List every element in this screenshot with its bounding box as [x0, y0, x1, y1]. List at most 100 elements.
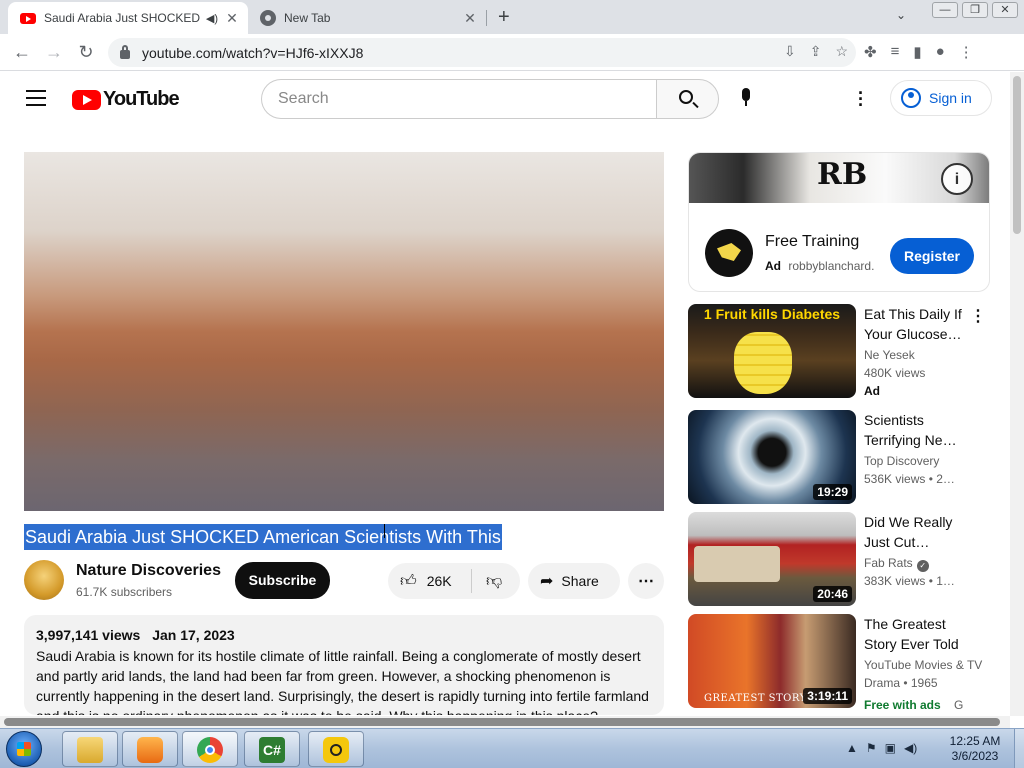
tab-youtube-video[interactable]: Saudi Arabia Just SHOCKED ◀) ✕: [8, 2, 248, 34]
recommendation-title[interactable]: The Greatest Story Ever Told: [864, 614, 976, 654]
bookmark-star-icon[interactable]: ☆: [835, 43, 848, 60]
recommendation-channel[interactable]: YouTube Movies & TV: [864, 658, 982, 672]
taskbar-media-player[interactable]: [122, 731, 178, 767]
channel-name[interactable]: Nature Discoveries: [76, 562, 221, 580]
recommendation-meta: Drama • 1965: [864, 676, 938, 690]
voice-search-mic-icon[interactable]: [740, 88, 752, 110]
dislike-button[interactable]: 👎︎: [472, 572, 502, 591]
recommendation-item[interactable]: GREATEST STORY EVER 3:19:11 The Greatest…: [688, 614, 990, 714]
taskbar-csharp[interactable]: C#: [244, 731, 300, 767]
search-button[interactable]: [656, 79, 719, 119]
window-controls: — ❐ ✕: [932, 2, 1018, 18]
csharp-icon: C#: [259, 737, 285, 763]
media-player-icon: [137, 737, 163, 763]
close-window-button[interactable]: ✕: [992, 2, 1018, 18]
minimize-button[interactable]: —: [932, 2, 958, 18]
recommendation-views: 383K views • 1…: [864, 574, 955, 588]
ad-banner-image[interactable]: RB i: [689, 153, 989, 203]
recommendation-item[interactable]: 19:29 Scientists Terrifying Ne… Top Disc…: [688, 410, 990, 506]
video-duration: 20:46: [813, 586, 852, 602]
vertical-scroll-thumb[interactable]: [1013, 76, 1021, 234]
clock-time: 12:25 AM: [949, 734, 1001, 748]
tab-search-chevron-icon[interactable]: ⌄: [896, 8, 906, 22]
browser-tab-strip: Saudi Arabia Just SHOCKED ◀) ✕ New Tab ✕…: [0, 0, 1024, 34]
sign-in-button[interactable]: Sign in: [890, 80, 992, 116]
taskbar-chrome[interactable]: [182, 731, 238, 767]
upload-date: Jan 17, 2023: [152, 627, 235, 643]
search-input[interactable]: Search: [261, 79, 657, 119]
tab-separator: [486, 10, 487, 26]
action-center-flag-icon[interactable]: ⚑: [866, 741, 877, 755]
guide-menu-icon[interactable]: [26, 90, 46, 106]
share-arrow-icon: ➦: [540, 573, 554, 590]
subscribe-button[interactable]: Subscribe: [235, 562, 330, 599]
address-bar[interactable]: youtube.com/watch?v=HJf6-xIXXJ8 ⇩ ⇪ ☆: [108, 38, 856, 67]
recommendation-title[interactable]: Did We Really Just Cut…: [864, 512, 976, 552]
close-tab-icon[interactable]: ✕: [462, 10, 478, 27]
audio-playing-icon[interactable]: ◀): [206, 12, 218, 25]
ad-info-icon[interactable]: i: [941, 163, 973, 195]
volume-icon[interactable]: ◀): [904, 741, 917, 755]
taskbar-explorer[interactable]: [62, 731, 118, 767]
chrome-favicon-icon: [260, 10, 276, 26]
close-tab-icon[interactable]: ✕: [224, 10, 240, 27]
url-text[interactable]: youtube.com/watch?v=HJf6-xIXXJ8: [142, 45, 363, 61]
lock-icon[interactable]: [120, 45, 130, 59]
more-horizontal-icon: ⋯: [638, 573, 654, 590]
ad-title[interactable]: Free Training: [765, 233, 859, 251]
recommendation-thumbnail[interactable]: 20:46: [688, 512, 856, 606]
settings-kebab-icon[interactable]: · · ·: [856, 84, 866, 114]
media-control-icon[interactable]: ≡: [891, 43, 900, 61]
tab-new-tab[interactable]: New Tab ✕: [250, 2, 486, 34]
recommendation-thumbnail[interactable]: 19:29: [688, 410, 856, 504]
start-button[interactable]: [6, 731, 42, 767]
profile-avatar-icon[interactable]: ●: [936, 43, 945, 61]
forward-arrow-icon[interactable]: →: [42, 41, 66, 65]
video-player[interactable]: [24, 152, 664, 511]
like-dislike-group: 👍︎ 26K 👎︎: [388, 563, 520, 599]
horizontal-scrollbar[interactable]: [0, 716, 1010, 728]
install-app-icon[interactable]: ⇩: [784, 43, 796, 60]
chrome-menu-icon[interactable]: ⋮: [959, 43, 974, 61]
recommendation-thumbnail[interactable]: GREATEST STORY EVER 3:19:11: [688, 614, 856, 708]
text-cursor-icon: [384, 524, 390, 538]
recommendation-channel[interactable]: Ne Yesek: [864, 348, 915, 362]
like-button[interactable]: 👍︎ 26K: [388, 569, 472, 593]
vertical-scrollbar[interactable]: [1010, 72, 1024, 716]
description-box[interactable]: 3,997,141 views Jan 17, 2023 Saudi Arabi…: [24, 615, 664, 715]
register-button[interactable]: Register: [890, 238, 974, 274]
horizontal-scroll-thumb[interactable]: [4, 718, 1000, 726]
recommendation-channel[interactable]: Top Discovery: [864, 454, 939, 468]
recommendation-channel[interactable]: Fab Rats ✓: [864, 556, 929, 572]
recommendation-item[interactable]: 1 Fruit kills Diabetes Eat This Daily If…: [688, 304, 990, 400]
video-title-selected[interactable]: Saudi Arabia Just SHOCKED American Scien…: [24, 524, 502, 550]
advertiser-avatar[interactable]: [705, 229, 753, 277]
recommendation-thumbnail[interactable]: 1 Fruit kills Diabetes: [688, 304, 856, 398]
ad-card[interactable]: RB i Free Training Ad robbyblanchard. Re…: [688, 152, 990, 292]
extensions-puzzle-icon[interactable]: ✤: [864, 43, 877, 61]
back-arrow-icon[interactable]: ←: [10, 41, 34, 65]
restore-button[interactable]: ❐: [962, 2, 988, 18]
youtube-logo[interactable]: YouTube: [72, 88, 180, 111]
taskbar-app[interactable]: [308, 731, 364, 767]
share-button[interactable]: ➦ Share: [528, 563, 620, 599]
reload-icon[interactable]: ↻: [74, 41, 98, 65]
recommendation-title[interactable]: Scientists Terrifying Ne…: [864, 410, 976, 450]
recommendation-item[interactable]: 20:46 Did We Really Just Cut… Fab Rats ✓ …: [688, 512, 990, 608]
system-clock[interactable]: 12:25 AM 3/6/2023: [940, 734, 1010, 764]
recommendation-kebab-icon[interactable]: ⋮: [970, 306, 986, 326]
network-icon[interactable]: ▣: [885, 741, 896, 755]
new-tab-button[interactable]: +: [498, 6, 510, 29]
share-label: Share: [561, 573, 599, 589]
show-desktop-button[interactable]: [1014, 729, 1024, 768]
system-tray: ▲ ⚑ ▣ ◀): [846, 741, 917, 755]
verified-check-icon: ✓: [916, 560, 929, 572]
show-hidden-icons-icon[interactable]: ▲: [846, 741, 858, 755]
ad-subline: Ad robbyblanchard.: [765, 259, 874, 273]
channel-avatar[interactable]: [24, 560, 64, 600]
recommendation-title[interactable]: Eat This Daily If Your Glucose…: [864, 304, 976, 344]
more-actions-button[interactable]: ⋯: [628, 563, 664, 599]
side-panel-icon[interactable]: ▮: [913, 43, 921, 61]
truck-image: [694, 546, 780, 582]
share-page-icon[interactable]: ⇪: [810, 43, 822, 60]
